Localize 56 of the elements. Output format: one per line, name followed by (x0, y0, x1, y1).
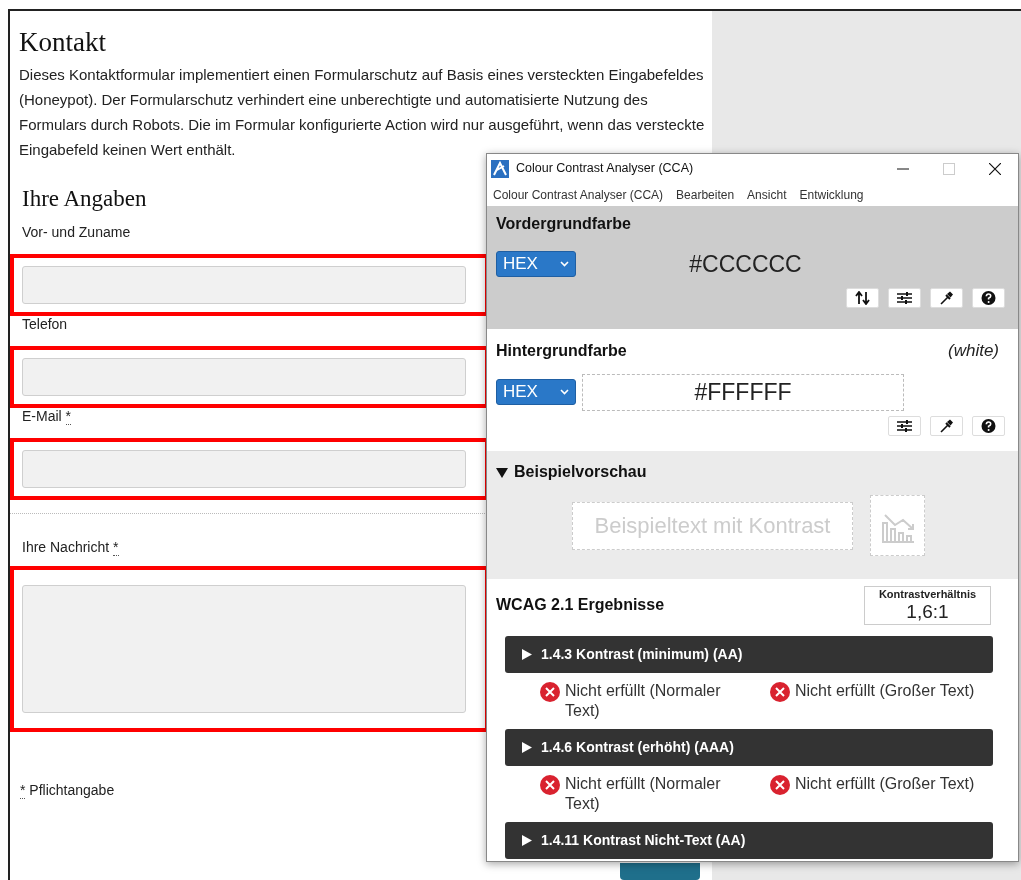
swap-button[interactable] (846, 288, 879, 308)
chevron-down-icon (560, 261, 569, 267)
swap-icon (855, 291, 870, 305)
submit-button[interactable] (620, 863, 700, 880)
result-text: Nicht erfüllt (Normaler Text) (565, 681, 722, 721)
sliders-button[interactable] (888, 288, 921, 308)
format-dropdown[interactable]: HEX (496, 379, 576, 405)
menu-item[interactable]: Entwicklung (799, 185, 864, 204)
window-title: Colour Contrast Analyser (CCA) (516, 160, 695, 178)
help-icon (981, 291, 996, 305)
section-title: Ihre Angaben (22, 185, 147, 213)
eyedropper-icon (939, 418, 954, 433)
format-dropdown[interactable]: HEX (496, 251, 576, 277)
page-title: Kontakt (19, 26, 107, 59)
field-label: Ihre Nachricht * (22, 538, 119, 557)
color-value: #CCCCCC (688, 249, 803, 279)
section-heading: Hintergrundfarbe (496, 340, 627, 361)
app-logo-icon (491, 159, 509, 178)
picker-button[interactable] (930, 415, 963, 436)
criterion-header[interactable]: 1.4.11 Kontrast Nicht-Text (AA) (505, 822, 993, 859)
criterion-header[interactable]: 1.4.3 Kontrast (minimum) (AA) (505, 636, 993, 673)
close-icon (989, 162, 1001, 175)
menu-item[interactable]: Ansicht (747, 185, 787, 204)
menu-item[interactable]: Bearbeiten (676, 185, 735, 204)
color-name: (white) (948, 340, 999, 362)
eyedropper-icon (939, 291, 954, 305)
section-heading: Vordergrundfarbe (496, 214, 632, 234)
menu-item[interactable]: Colour Contrast Analyser (CCA) (493, 185, 664, 204)
sliders-icon (897, 418, 912, 433)
message-field[interactable] (22, 585, 466, 713)
required-note: * Pflichtangabe (20, 781, 115, 800)
intro-paragraph: Dieses Kontaktformular implementiert einen Formularschutz auf Basis eines versteckten Eingabefeldes (Honeypot). Der Formularschutz verhindert eine unberechtigte und automatisierte Nutzung des Formulars durch Robots. Die im Formular konfigurierte Action wird nur ausgeführt, wenn das versteckte Eingabefeld keinen Wert enthält. (19, 65, 706, 160)
criterion-header[interactable]: 1.4.6 Kontrast (erhöht) (AAA) (505, 729, 993, 766)
result-text: Nicht erfüllt (Großer Text) (795, 681, 976, 701)
ratio-value: 1,6:1 (906, 601, 949, 623)
chart-preview-button[interactable] (870, 495, 925, 556)
section-heading: WCAG 2.1 Ergebnisse (496, 595, 665, 615)
picker-button[interactable] (930, 288, 963, 308)
sliders-icon (897, 291, 912, 305)
chevron-down-icon (560, 389, 569, 395)
result-text: Nicht erfüllt (Großer Text) (795, 774, 976, 794)
field-label: E-Mail * (22, 407, 71, 426)
maximize-icon (943, 162, 955, 175)
ratio-label: Kontrastverhältnis (878, 588, 977, 601)
color-value-field[interactable]: #FFFFFF (582, 373, 904, 411)
field-label: Vor- und Zuname (22, 223, 131, 242)
input-field[interactable] (22, 266, 466, 304)
field-label: Telefon (22, 315, 68, 334)
section-heading: Beispielvorschau (514, 462, 647, 482)
help-button[interactable] (972, 415, 1005, 436)
help-icon (981, 418, 996, 433)
sliders-button[interactable] (888, 415, 921, 436)
help-button[interactable] (972, 288, 1005, 308)
input-field[interactable] (22, 358, 466, 396)
result-text: Nicht erfüllt (Normaler Text) (565, 774, 722, 814)
input-field[interactable] (22, 450, 466, 488)
